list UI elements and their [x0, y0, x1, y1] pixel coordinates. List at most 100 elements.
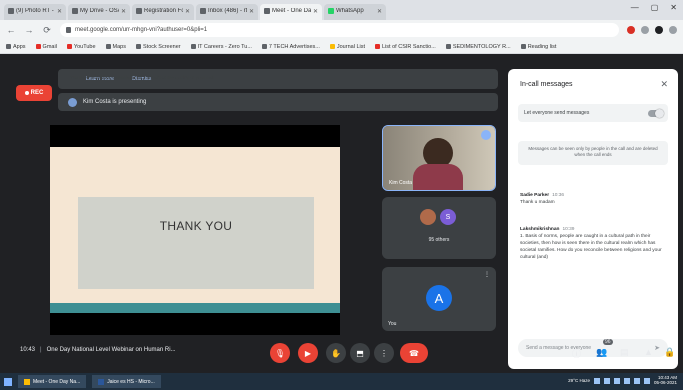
- tray-icon[interactable]: [633, 377, 640, 384]
- tray-icon[interactable]: [603, 377, 610, 384]
- tab-label: Inbox (486) - rtechnos: [208, 8, 247, 14]
- present-now-button[interactable]: ⬒: [350, 343, 370, 363]
- tab-favicon-icon: [72, 8, 78, 14]
- bookmark-icon: [375, 44, 381, 49]
- menu-dots-icon[interactable]: [669, 26, 677, 34]
- tray-icon[interactable]: [643, 377, 650, 384]
- extension-warning-banner: You have extensions installed that may a…: [58, 69, 498, 89]
- mic-off-button[interactable]: 🎙: [270, 343, 290, 363]
- close-icon[interactable]: ✕: [377, 8, 382, 15]
- bookmark-item[interactable]: Stock Screener: [136, 44, 181, 50]
- slide-text-box: THANK YOU: [78, 197, 314, 289]
- slide-accent-band: [50, 303, 340, 313]
- message-author: Lakshmikrishnan: [520, 227, 560, 232]
- meeting-title: One Day National Level Webinar on Human …: [46, 347, 176, 353]
- chat-notice: Messages can be seen only by people in t…: [518, 141, 668, 165]
- word-icon: [98, 378, 105, 385]
- participant-count-badge: 96: [603, 339, 613, 345]
- bookmark-apps[interactable]: Apps: [6, 44, 26, 50]
- tab-label: WhatsApp: [336, 8, 364, 14]
- message-time: 10:36: [552, 193, 565, 198]
- tray-icon[interactable]: [593, 377, 600, 384]
- close-icon[interactable]: ✕: [57, 8, 62, 15]
- lock-icon[interactable]: 🔒: [664, 347, 675, 358]
- weather-text[interactable]: 29°C Haze: [568, 378, 590, 383]
- bookmark-icon: [329, 44, 335, 49]
- gmail-icon: [35, 44, 41, 49]
- tray-icon[interactable]: [623, 377, 630, 384]
- info-icon[interactable]: ⓘ: [572, 347, 581, 360]
- close-icon[interactable]: ✕: [121, 8, 126, 15]
- browser-tab[interactable]: Inbox (486) - rtechnos✕: [196, 4, 258, 20]
- back-arrow-icon[interactable]: ←: [6, 25, 16, 35]
- close-icon[interactable]: ✕: [313, 8, 318, 15]
- shared-screen: THANK YOU: [50, 125, 340, 335]
- chat-panel: In-call messages ✕ Let everyone send mes…: [508, 69, 678, 369]
- window-controls: — ▢ ✕: [631, 3, 677, 12]
- close-icon[interactable]: ✕: [660, 79, 668, 90]
- reading-list[interactable]: Reading list: [520, 44, 556, 50]
- bookmark-icon: [445, 44, 451, 49]
- tray-icon[interactable]: [613, 377, 620, 384]
- send-messages-setting: Let everyone send messages: [518, 104, 668, 122]
- bookmark-item[interactable]: 7 TECH Advertises...: [261, 44, 320, 50]
- tab-label: (9) Photo RT - Google: [16, 8, 55, 14]
- system-tray: 29°C Haze 10:43 AM 05-06-2021: [568, 375, 677, 386]
- taskbar-app[interactable]: Meet - One Day Na...: [18, 375, 87, 388]
- taskbar-clock[interactable]: 10:43 AM 05-06-2021: [654, 375, 677, 386]
- minimize-button[interactable]: —: [631, 3, 639, 12]
- close-window-button[interactable]: ✕: [670, 3, 677, 12]
- participant-tile-self[interactable]: ⋮ A You: [382, 267, 496, 331]
- bookmarks-bar: Apps Gmail YouTube Maps Stock Screener I…: [0, 40, 683, 54]
- participant-name: Kim Costa: [389, 180, 413, 186]
- taskbar-app[interactable]: Jaice es HS - Micro...: [92, 375, 161, 388]
- browser-tab[interactable]: Registration Form✕: [132, 4, 194, 20]
- bookmark-item[interactable]: SEDIMENTOLOGY R...: [445, 44, 511, 50]
- more-options-icon[interactable]: ⋮: [484, 271, 490, 278]
- bookmark-icon: [136, 44, 141, 49]
- presenting-bar: Kim Costa is presenting: [58, 93, 498, 111]
- bookmark-youtube[interactable]: YouTube: [66, 44, 96, 50]
- browser-tab-bar: (9) Photo RT - Google✕ My Drive - OSA - …: [0, 0, 683, 20]
- lock-icon: [66, 27, 71, 33]
- messages-toggle[interactable]: [648, 108, 664, 118]
- tab-label: My Drive - OSA - Google: [80, 8, 119, 14]
- raise-hand-button[interactable]: ✋: [326, 343, 346, 363]
- profile-avatar[interactable]: [655, 26, 663, 34]
- bookmark-item[interactable]: IT Careers - Zero Tu...: [190, 44, 252, 50]
- more-options-button[interactable]: ⋮: [374, 343, 394, 363]
- participant-tile-others[interactable]: S 95 others: [382, 197, 496, 259]
- camera-off-button[interactable]: ▶: [298, 343, 318, 363]
- leave-call-button[interactable]: ☎: [400, 343, 428, 363]
- participant-tile-presenter[interactable]: Kim Costa: [382, 125, 496, 191]
- bookmark-item[interactable]: List of CSIR Sanctio...: [375, 44, 436, 50]
- bookmark-item[interactable]: Journal List: [329, 44, 365, 50]
- panel-title: In-call messages: [520, 81, 573, 88]
- maximize-button[interactable]: ▢: [651, 3, 659, 12]
- bookmark-gmail[interactable]: Gmail: [35, 44, 57, 50]
- url-input[interactable]: meet.google.com/urr-mhgn-vni?authuser=0&…: [60, 23, 619, 37]
- extension-icon[interactable]: [641, 26, 649, 34]
- windows-start-icon[interactable]: [4, 377, 12, 386]
- activities-icon[interactable]: ▲: [644, 347, 653, 357]
- slide-letterbox-top: [50, 125, 340, 147]
- reload-icon[interactable]: ⟳: [42, 25, 52, 36]
- present-screen-icon: [68, 97, 77, 107]
- tab-favicon-icon: [264, 8, 270, 14]
- close-icon[interactable]: ✕: [185, 8, 190, 15]
- browser-tab[interactable]: My Drive - OSA - Google✕: [68, 4, 130, 20]
- message-time: 10:39: [562, 227, 575, 232]
- bookmark-maps[interactable]: Maps: [105, 44, 126, 50]
- close-icon[interactable]: ✕: [249, 8, 254, 15]
- url-text: meet.google.com/urr-mhgn-vni?authuser=0&…: [75, 27, 208, 33]
- forward-arrow-icon[interactable]: →: [24, 25, 34, 35]
- participant-body: [413, 164, 463, 190]
- browser-tab-active[interactable]: Meet - One Day Nat✕: [260, 4, 322, 20]
- participant-name: 95 others: [428, 237, 450, 243]
- people-icon[interactable]: 👥: [596, 347, 607, 358]
- browser-tab[interactable]: (9) Photo RT - Google✕: [4, 4, 66, 20]
- message-text: Thank u madam: [520, 199, 555, 205]
- extension-icon[interactable]: [627, 26, 635, 34]
- chat-icon[interactable]: ▤: [620, 347, 629, 358]
- browser-tab[interactable]: WhatsApp ✕: [324, 4, 386, 20]
